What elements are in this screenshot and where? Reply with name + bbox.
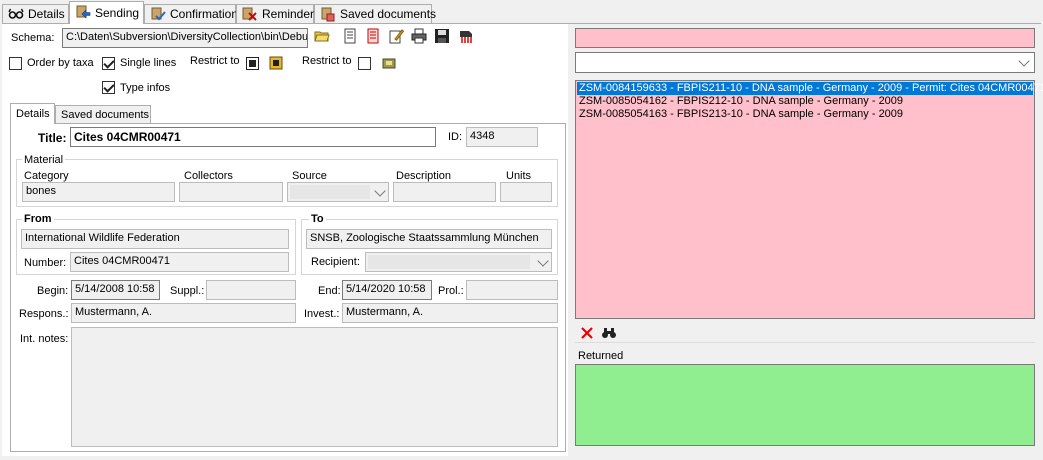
box-icon — [382, 58, 396, 69]
list-item[interactable]: ZSM-0085054162 - FBPIS212-10 - DNA sampl… — [577, 95, 1033, 108]
recipient-label: Recipient: — [311, 256, 360, 268]
to-legend: To — [309, 213, 326, 225]
sending-icon — [75, 5, 91, 21]
tab-details[interactable]: Details — [2, 4, 69, 23]
returned-label: Returned — [578, 350, 624, 362]
glasses-icon — [8, 6, 24, 22]
returned-list[interactable] — [575, 364, 1035, 446]
recipient-combo[interactable] — [365, 252, 552, 272]
begin-label: Begin: — [37, 285, 69, 297]
order-by-taxa-checkbox[interactable] — [9, 57, 22, 70]
restrict-to-label-2: Restrict to — [302, 55, 352, 67]
save-icon[interactable] — [434, 28, 450, 44]
document-red-icon[interactable] — [365, 28, 381, 44]
invest-label: Invest.: — [304, 308, 340, 320]
from-field[interactable]: International Wildlife Federation — [21, 229, 289, 249]
selection-combo[interactable] — [575, 52, 1035, 73]
schema-label: Schema: — [11, 32, 55, 44]
end-label: End: — [318, 285, 341, 297]
int-notes-label: Int. notes: — [20, 333, 69, 345]
number-field[interactable]: Cites 04CMR00471 — [70, 252, 289, 272]
list-item[interactable]: ZSM-0085054163 - FBPIS213-10 - DNA sampl… — [577, 108, 1033, 121]
tab-reminder[interactable]: Reminder — [236, 4, 314, 23]
restrict-to-checkbox-2[interactable] — [358, 57, 371, 70]
int-notes-textarea[interactable] — [71, 327, 558, 447]
tab-saved-documents[interactable]: Saved documents — [314, 4, 436, 23]
suppl-field[interactable] — [206, 280, 296, 300]
restrict-to-label-1: Restrict to — [190, 55, 240, 67]
units-label: Units — [506, 170, 532, 182]
binoculars-icon[interactable] — [601, 325, 617, 341]
document-icon[interactable] — [342, 28, 358, 44]
material-legend: Material — [22, 154, 66, 166]
list-item[interactable]: ZSM-0084159633 - FBPIS211-10 - DNA sampl… — [577, 82, 1043, 95]
id-label: ID: — [448, 131, 463, 143]
begin-date-field[interactable]: 5/14/2008 10:58 — [71, 280, 160, 300]
chevron-down-icon — [374, 185, 386, 197]
number-label: Number: — [24, 257, 67, 269]
from-legend: From — [22, 213, 54, 225]
container-icon — [269, 56, 283, 70]
type-infos-label: Type infos — [120, 82, 171, 94]
print-icon[interactable] — [411, 28, 427, 44]
suppl-label: Suppl.: — [170, 285, 205, 297]
description-label: Description — [396, 170, 452, 182]
title-input[interactable]: Cites 04CMR00471 — [70, 127, 436, 147]
delete-icon[interactable] — [579, 325, 595, 341]
to-field[interactable]: SNSB, Zoologische Staatssammlung München — [306, 229, 552, 249]
prol-field[interactable] — [466, 280, 558, 300]
open-folder-icon[interactable] — [314, 28, 330, 44]
prol-label: Prol.: — [438, 285, 464, 297]
reminder-icon — [242, 6, 258, 22]
chevron-down-icon — [537, 255, 549, 267]
invest-field[interactable]: Mustermann, A. — [342, 303, 558, 323]
list-toolbar — [575, 322, 1035, 343]
edit-document-icon[interactable] — [388, 28, 404, 44]
confirmation-icon — [150, 6, 166, 22]
end-date-field[interactable]: 5/14/2020 10:58 — [342, 280, 432, 300]
category-label: Category — [24, 170, 69, 182]
specimen-list[interactable]: ZSM-0084159633 - FBPIS211-10 - DNA sampl… — [575, 80, 1043, 319]
respons-label: Respons.: — [19, 308, 69, 320]
tab-sending[interactable]: Sending — [69, 1, 144, 24]
subtab-details[interactable]: Details — [10, 103, 55, 124]
chevron-down-icon — [1018, 55, 1030, 67]
source-label: Source — [292, 170, 327, 182]
category-field[interactable]: bones — [22, 182, 175, 202]
scanner-icon[interactable] — [458, 28, 474, 44]
single-lines-label: Single lines — [120, 57, 177, 69]
collectors-label: Collectors — [184, 170, 233, 182]
single-lines-checkbox[interactable] — [102, 57, 115, 70]
title-label: Title: — [38, 131, 67, 145]
order-by-taxa-label: Order by taxa — [27, 57, 94, 69]
respons-field[interactable]: Mustermann, A. — [71, 303, 296, 323]
tab-confirmation[interactable]: Confirmation — [144, 4, 238, 23]
units-field[interactable] — [500, 182, 552, 202]
saved-documents-icon — [320, 6, 336, 22]
restrict-to-checkbox-1[interactable] — [246, 57, 259, 70]
type-infos-checkbox[interactable] — [102, 81, 115, 94]
description-field[interactable] — [393, 182, 496, 202]
subtab-saved-documents[interactable]: Saved documents — [55, 105, 151, 123]
collectors-field[interactable] — [179, 182, 283, 202]
schema-path-field[interactable]: C:\Daten\Subversion\DiversityCollection\… — [62, 28, 308, 48]
source-combo[interactable] — [287, 182, 389, 202]
barcode-input[interactable] — [575, 28, 1035, 48]
id-field: 4348 — [466, 127, 538, 147]
